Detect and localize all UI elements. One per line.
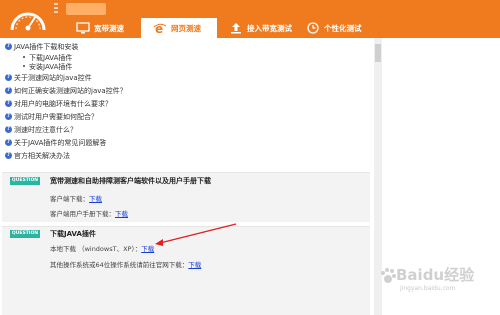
java-official-download-link[interactable]: 下载 [188,261,201,269]
watermark: Baidu经验 jingyan.baidu.com [378,262,496,302]
faq-item-label: 测速时应注意什么？ [14,125,77,134]
tab-label: 个性化测试 [324,23,362,33]
question-icon: ? [5,126,12,133]
ie-icon: e [153,22,167,34]
question-icon: ? [5,113,12,120]
faq-item[interactable]: ? 测速时应注意什么？ [5,123,373,136]
java-local-download-link[interactable]: 下载 [141,245,154,253]
question-badge: QUESTION [10,230,40,238]
faq-item[interactable]: ? JAVA插件下载和安装 [5,40,373,53]
faq-item[interactable]: ? 关于JAVA插件的常见问题解答 [5,136,373,149]
question-icon: ? [5,139,12,146]
faq-subitem[interactable]: 安装JAVA插件 [5,62,373,71]
question-icon: ? [5,152,12,159]
download-line: 其他操作系统或64位操作系统请前往官网下载：下载 [50,259,201,269]
download-line: 本地下载 （windowsT、XP）：下载 [50,243,154,253]
scrollbar-thumb[interactable] [375,44,381,62]
faq-item[interactable]: ? 关于测速网站的java控件 [5,71,373,84]
faq-list: ? JAVA插件下载和安装 下载JAVA插件 安装JAVA插件 ? 关于测速网站的j… [5,40,373,162]
tab-label: 接入带宽测试 [247,23,292,33]
download-label: 客户端用户手册下载： [50,210,115,218]
question-icon: ? [5,100,12,107]
question-block-client-download: QUESTION 宽带测速和自助排障测客户端软件以及用户手册下载 客户端下载：下… [2,172,370,222]
tab-label: 网页测速 [171,23,201,33]
download-label: 其他操作系统或64位操作系统请前往官网下载： [50,261,189,269]
logo-subtitle-plate [66,3,106,15]
faq-item[interactable]: ? 对用户的电脑环境有什么要求？ [5,97,373,110]
question-icon: ? [5,87,12,94]
tab-broadband-speed[interactable]: 宽带测速 [64,18,141,38]
question-block-java-download: QUESTION 下载JAVA插件 本地下载 （windowsT、XP）：下载 … [2,226,370,315]
faq-content: ? JAVA插件下载和安装 下载JAVA插件 安装JAVA插件 ? 关于测速网站的j… [0,38,374,315]
faq-item-label: 关于测速网站的java控件 [14,73,92,82]
question-icon: ? [5,43,12,50]
download-line: 客户端用户手册下载：下载 [50,208,128,218]
faq-item-label: 关于JAVA插件的常见问题解答 [14,138,107,147]
clock-icon [307,22,319,34]
faq-item-label: JAVA插件下载和安装 [14,42,79,51]
tab-access-bandwidth[interactable]: 接入带宽测试 [217,18,294,38]
logo-decoration [54,3,58,15]
tab-custom-test[interactable]: 个性化测试 [294,18,371,38]
svg-text:e: e [155,22,163,34]
faq-item-label: 如何正确安装测速网站的java控件？ [14,86,127,95]
main-tabs: 宽带测速 e 网页测速 接入带宽测试 个性化测试 [64,18,371,38]
paw-icon [381,268,396,283]
tab-web-speed[interactable]: e 网页测速 [141,18,217,38]
monitor-icon [76,22,90,34]
upload-icon [231,23,241,34]
faq-item[interactable]: ? 官方相关解决办法 [5,149,373,162]
question-title: 下载JAVA插件 [50,230,96,238]
question-icon: ? [5,74,12,81]
faq-item[interactable]: ? 测试时用户需要如何配合？ [5,110,373,123]
faq-item[interactable]: ? 如何正确安装测速网站的java控件？ [5,84,373,97]
faq-item-label: 测试时用户需要如何配合？ [14,112,98,121]
faq-item-label: 官方相关解决办法 [14,151,70,160]
faq-item-label: 对用户的电脑环境有什么要求？ [14,99,112,108]
manual-download-link[interactable]: 下载 [115,210,128,218]
download-label: 客户端下载： [50,195,89,203]
top-header: 宽带测速 e 网页测速 接入带宽测试 个性化测试 [0,0,500,38]
watermark-title: Baidu经验 [396,266,475,284]
faq-subitem-label: 安装JAVA插件 [29,62,73,71]
client-download-link[interactable]: 下载 [89,195,102,203]
question-badge: QUESTION [10,177,40,185]
question-title: 宽带测速和自助排障测客户端软件以及用户手册下载 [50,177,211,185]
download-line: 客户端下载：下载 [50,193,102,203]
speedometer-logo [6,2,50,36]
download-label: 本地下载 （windowsT、XP）： [50,245,142,253]
watermark-url: jingyan.baidu.com [400,285,456,292]
tab-label: 宽带测速 [94,23,124,33]
